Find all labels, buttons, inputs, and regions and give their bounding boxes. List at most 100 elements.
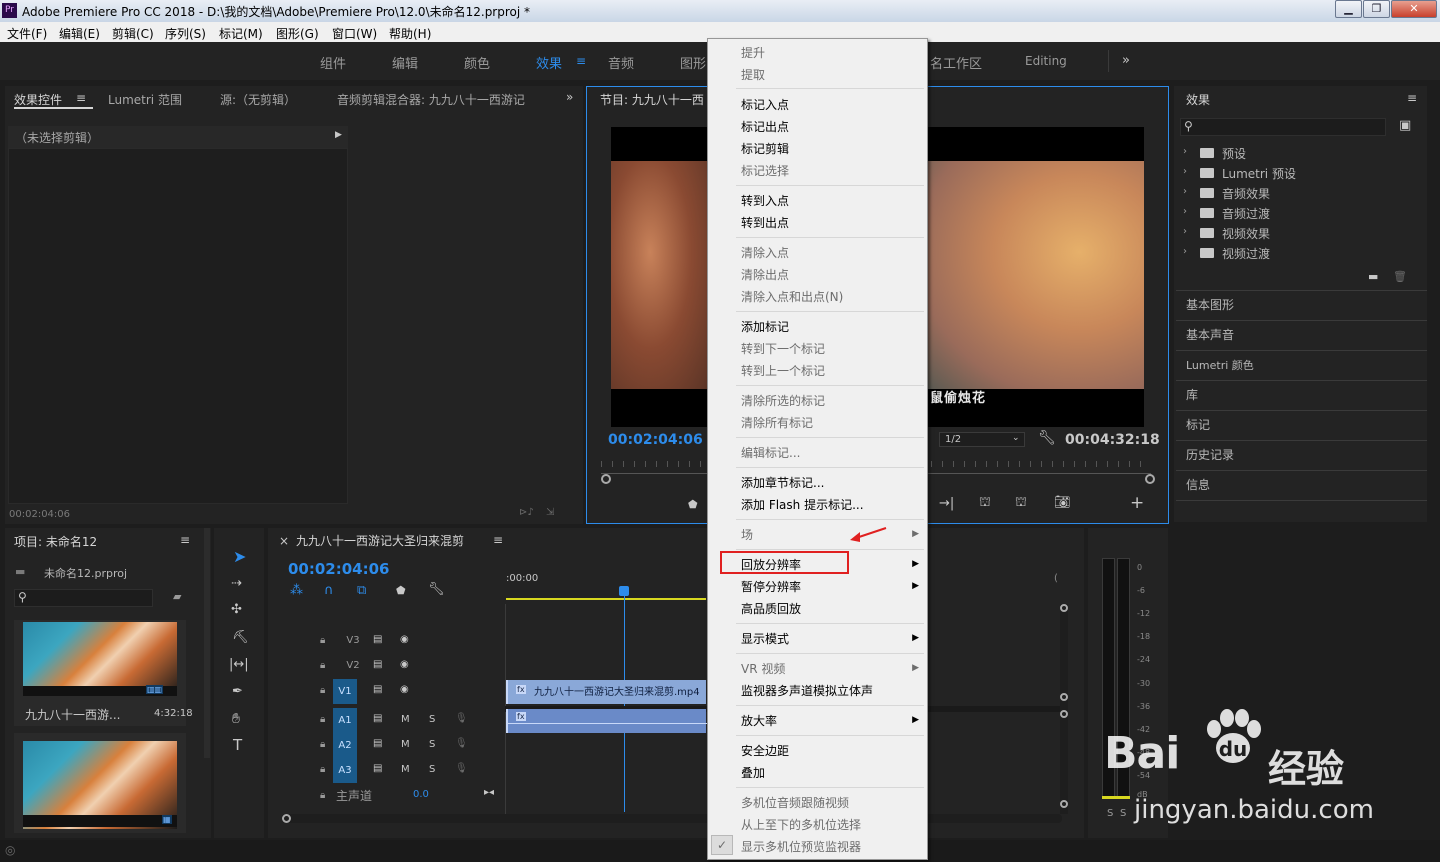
menu-marker[interactable]: 标记(M) <box>219 25 263 42</box>
program-timecode-current[interactable]: 00:02:04:06 <box>608 432 703 448</box>
nest-icon[interactable]: ⁂ <box>290 583 303 598</box>
lock-icon[interactable]: 🔒︎ <box>320 685 325 696</box>
track-select-tool-icon[interactable]: ⇢ <box>231 576 242 591</box>
solo-button[interactable]: S <box>429 714 435 725</box>
menu-window[interactable]: 窗口(W) <box>332 25 377 42</box>
workspace-color[interactable]: 颜色 <box>464 53 490 72</box>
extract-icon[interactable]: ⛫ <box>1015 495 1027 512</box>
lock-icon[interactable]: 🔒︎ <box>320 790 325 801</box>
menu-item-mark-in[interactable]: 标记入点 <box>741 96 789 113</box>
scroll-handle[interactable] <box>1060 693 1068 701</box>
lock-icon[interactable]: 🔒︎ <box>320 714 325 725</box>
section-lumetri-color[interactable]: Lumetri 颜色 <box>1186 357 1254 373</box>
workspace-menu-icon[interactable]: ≡ <box>576 54 586 68</box>
effects-search-input[interactable]: ⚲ <box>1180 118 1386 136</box>
ripple-edit-tool-icon[interactable]: ✣ <box>231 602 242 617</box>
menu-item-previous-marker[interactable]: 转到上一个标记 <box>741 362 825 379</box>
menu-item-overlays[interactable]: 叠加 <box>741 764 765 781</box>
menu-item-add-flash-cue-marker[interactable]: 添加 Flash 提示标记... <box>741 496 864 513</box>
chevron-right-icon[interactable]: › <box>1183 206 1187 217</box>
menu-item-high-quality-playback[interactable]: 高品质回放 <box>741 600 801 617</box>
chevron-right-icon[interactable]: › <box>1183 186 1187 197</box>
effects-item-audio-transitions[interactable]: 音频过渡 <box>1222 205 1270 222</box>
solo-right-button[interactable]: S <box>1120 808 1126 819</box>
selection-tool-icon[interactable]: ➤ <box>233 547 246 566</box>
effects-item-lumetri-presets[interactable]: Lumetri 预设 <box>1222 165 1296 182</box>
chevron-right-icon[interactable]: › <box>1183 146 1187 157</box>
menu-item-clear-in-out[interactable]: 清除入点和出点(N) <box>741 288 843 305</box>
slip-tool-icon[interactable]: |↔| <box>229 657 249 672</box>
lock-icon[interactable]: 🔒︎ <box>320 660 325 671</box>
menu-item-multichannel-stereo[interactable]: 监视器多声道模拟立体声 <box>741 682 873 699</box>
project-menu-icon[interactable]: ≡ <box>180 533 190 547</box>
effects-item-video-effects[interactable]: 视频效果 <box>1222 225 1270 242</box>
linked-selection-icon[interactable]: ⧉ <box>357 583 366 598</box>
scroll-handle[interactable] <box>1060 710 1068 718</box>
voice-over-icon[interactable]: 🎙︎ <box>455 713 468 724</box>
tab-effect-controls[interactable]: 效果控件 <box>14 91 62 108</box>
zoom-handle-right[interactable] <box>1145 474 1155 484</box>
section-history[interactable]: 历史记录 <box>1186 446 1234 463</box>
panel-more-button[interactable]: » <box>566 90 573 104</box>
menu-item-safe-margins[interactable]: 安全边距 <box>741 742 789 759</box>
workspace-editing-custom[interactable]: Editing <box>1025 54 1067 68</box>
menu-item-add-marker[interactable]: 添加标记 <box>741 318 789 335</box>
track-label[interactable]: V1 <box>333 679 357 704</box>
lock-icon[interactable]: 🔒︎ <box>320 635 325 646</box>
track-label[interactable]: A2 <box>333 733 357 758</box>
track-label[interactable]: V2 <box>343 658 363 674</box>
resolution-dropdown[interactable]: 1/2 ⌄ <box>939 432 1025 447</box>
effects-item-video-transitions[interactable]: 视频过渡 <box>1222 245 1270 262</box>
menu-item-clear-out[interactable]: 清除出点 <box>741 266 789 283</box>
menu-item-vr-video[interactable]: VR 视频 <box>741 660 785 677</box>
menu-item-next-marker[interactable]: 转到下一个标记 <box>741 340 825 357</box>
workspace-graphics[interactable]: 图形 <box>680 53 706 72</box>
voice-over-icon[interactable]: 🎙︎ <box>455 763 468 774</box>
scroll-handle[interactable] <box>1060 604 1068 612</box>
menu-sequence[interactable]: 序列(S) <box>165 25 206 42</box>
menu-item-mark-out[interactable]: 标记出点 <box>741 118 789 135</box>
mute-button[interactable]: M <box>401 764 410 775</box>
track-label[interactable]: A1 <box>333 708 357 733</box>
menu-item-edit-marker[interactable]: 编辑标记... <box>741 444 800 461</box>
solo-button[interactable]: S <box>429 764 435 775</box>
menu-item-extract[interactable]: 提取 <box>741 66 765 83</box>
eye-icon[interactable]: ◉ <box>400 684 409 695</box>
workspace-more-button[interactable]: » <box>1122 53 1130 68</box>
pen-tool-icon[interactable]: ✒ <box>232 684 243 699</box>
project-scrollbar[interactable] <box>204 528 210 758</box>
menu-item-paused-resolution[interactable]: 暂停分辨率 <box>741 578 801 595</box>
menu-item-clear-selected-markers[interactable]: 清除所选的标记 <box>741 392 825 409</box>
master-volume-value[interactable]: 0.0 <box>413 789 429 800</box>
tab-source[interactable]: 源:（无剪辑） <box>220 91 296 108</box>
eye-icon[interactable]: ◉ <box>400 659 409 670</box>
new-custom-bin-icon[interactable]: ▣ <box>1399 118 1411 133</box>
menu-item-multicam-top-down[interactable]: 从上至下的多机位选择 <box>741 816 861 833</box>
add-marker-icon[interactable]: ⬟ <box>396 584 406 597</box>
close-sequence-icon[interactable]: × <box>279 534 289 548</box>
menu-item-clear-all-markers[interactable]: 清除所有标记 <box>741 414 813 431</box>
workspace-audio[interactable]: 音频 <box>608 53 634 72</box>
solo-button[interactable]: S <box>429 739 435 750</box>
razor-tool-icon[interactable]: ⛏ <box>232 630 249 645</box>
section-info[interactable]: 信息 <box>1186 476 1210 493</box>
hand-tool-icon[interactable]: ✋︎ <box>232 711 240 727</box>
menu-item-multicam-audio-follows-video[interactable]: 多机位音频跟随视频 <box>741 794 849 811</box>
clip-thumbnail-card-2[interactable]: ▦ <box>14 733 186 833</box>
effects-item-presets[interactable]: 预设 <box>1222 145 1246 162</box>
voice-over-icon[interactable]: 🎙︎ <box>455 738 468 749</box>
solo-left-button[interactable]: S <box>1107 808 1113 819</box>
expand-arrow-icon[interactable]: ▶ <box>335 130 342 140</box>
menu-item-field[interactable]: 场 <box>741 526 753 543</box>
type-tool-icon[interactable]: T <box>233 736 242 754</box>
master-track-end-icon[interactable]: ▸◂ <box>484 787 494 798</box>
menu-item-lift[interactable]: 提升 <box>741 44 765 61</box>
eye-icon[interactable]: ◉ <box>400 634 409 645</box>
menu-item-mark-clip[interactable]: 标记剪辑 <box>741 140 789 157</box>
minimize-button[interactable]: ▁ <box>1335 0 1362 18</box>
menu-item-go-to-out[interactable]: 转到出点 <box>741 214 789 231</box>
filter-icon[interactable]: ⊳♪ <box>519 507 534 518</box>
audio-clip[interactable]: fx <box>506 709 708 733</box>
menu-file[interactable]: 文件(F) <box>7 25 47 42</box>
trash-icon[interactable]: 🗑︎ <box>1393 270 1407 283</box>
